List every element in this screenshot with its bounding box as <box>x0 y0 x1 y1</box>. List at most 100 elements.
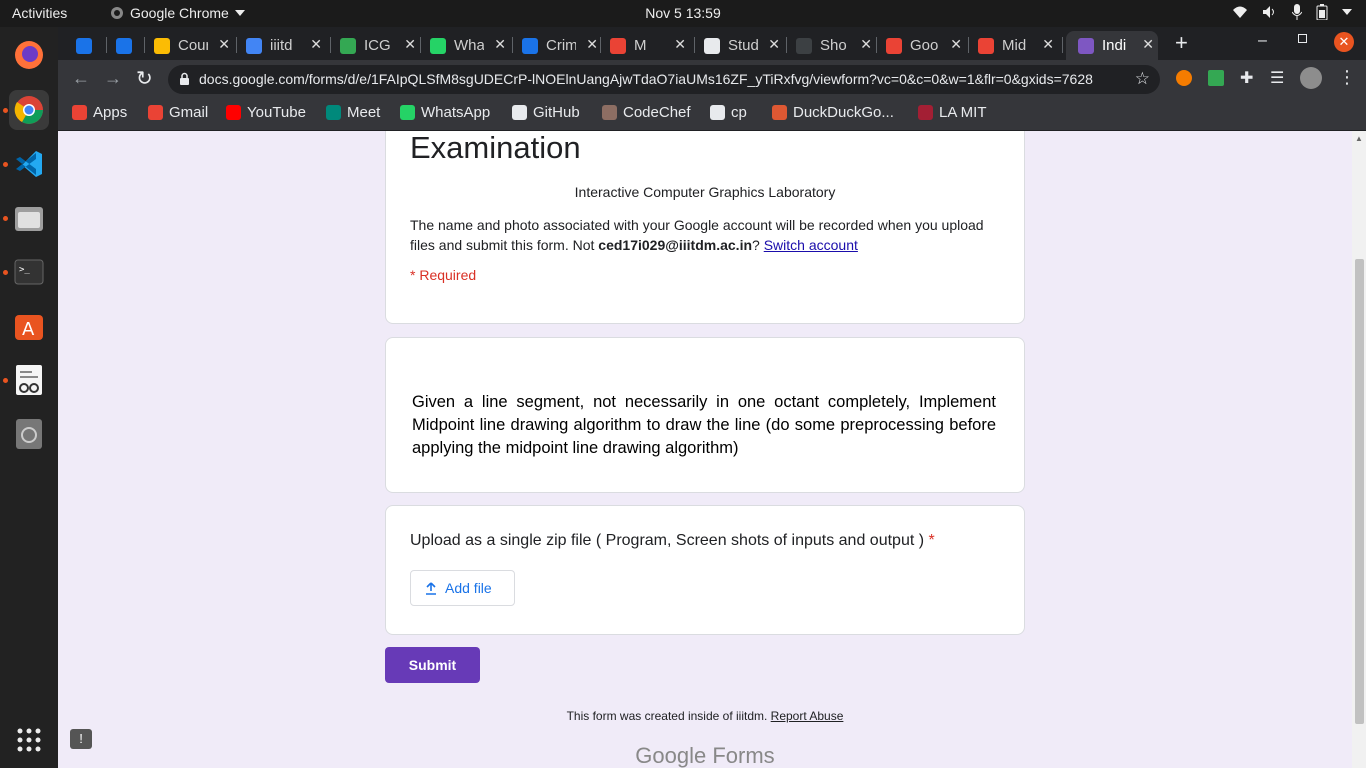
account-email: ced17i029@iiitdm.ac.in <box>598 237 753 253</box>
tab-favicon-icon <box>1078 37 1094 54</box>
close-tab-icon[interactable]: ✕ <box>950 36 962 53</box>
bookmark-4[interactable]: WhatsApp <box>400 104 490 121</box>
tab-title: ICG <box>364 37 391 54</box>
question-description-card: Given a line segment, not necessarily in… <box>385 337 1025 493</box>
microphone-icon <box>1292 4 1302 20</box>
document-viewer-icon[interactable] <box>9 360 49 400</box>
terminal-icon[interactable]: >_ <box>9 252 49 292</box>
activities-button[interactable]: Activities <box>12 5 67 21</box>
bookmark-1[interactable]: Gmail <box>148 104 208 121</box>
close-tab-icon[interactable]: ✕ <box>674 36 686 53</box>
tab-1[interactable] <box>110 31 140 60</box>
close-tab-icon[interactable]: ✕ <box>586 36 598 53</box>
close-tab-icon[interactable]: ✕ <box>768 36 780 53</box>
tab-favicon-icon <box>76 37 92 54</box>
bookmark-6[interactable]: CodeChef <box>602 104 691 121</box>
tab-separator <box>420 37 421 53</box>
minimize-button[interactable]: – <box>1258 32 1267 50</box>
scrollbar-thumb[interactable] <box>1355 259 1364 724</box>
tab-10[interactable]: Goo ✕ <box>880 31 966 60</box>
google-forms-logo: Google Forms <box>635 743 775 768</box>
bookmark-5[interactable]: GitHub <box>512 104 580 121</box>
close-tab-icon[interactable]: ✕ <box>494 36 506 53</box>
tab-favicon-icon <box>430 37 446 54</box>
extension-icon[interactable] <box>1176 70 1192 86</box>
bookmark-0[interactable]: Apps <box>72 104 127 121</box>
chrome-dock-icon[interactable] <box>9 90 49 130</box>
tab-separator <box>694 37 695 53</box>
feedback-icon[interactable]: ! <box>70 729 92 749</box>
bookmark-favicon-icon <box>148 105 163 120</box>
tab-8[interactable]: Stud ✕ <box>698 31 784 60</box>
switch-account-link[interactable]: Switch account <box>764 237 858 253</box>
maximize-button[interactable] <box>1298 34 1307 43</box>
system-tray[interactable] <box>1232 4 1352 20</box>
required-note: * Required <box>410 267 477 283</box>
reload-button[interactable]: ↻ <box>136 66 153 91</box>
new-tab-button[interactable]: + <box>1175 30 1188 56</box>
files-icon[interactable] <box>9 198 49 238</box>
menu-icon[interactable]: ⋮ <box>1338 67 1356 88</box>
scrollbar[interactable]: ▲ <box>1352 131 1366 768</box>
volume-icon <box>1263 6 1274 18</box>
tab-2[interactable]: Cour ✕ <box>148 31 234 60</box>
tab-strip: Cour ✕ iiitd ✕ ICG ✕ Wha ✕ Crim ✕ M ✕ Stud ✕ Sho ✕ Goo ✕ M… <box>58 27 1366 60</box>
upload-question-text: Upload as a single zip file ( Program, S… <box>410 532 929 549</box>
bookmark-star-icon[interactable]: ☆ <box>1135 69 1150 89</box>
tab-separator <box>600 37 601 53</box>
close-window-button[interactable]: ✕ <box>1334 32 1354 52</box>
tab-title: Crim <box>546 37 576 54</box>
tab-4[interactable]: ICG ✕ <box>334 31 420 60</box>
bookmark-9[interactable]: LA MIT <box>918 104 987 121</box>
bookmark-label: Meet <box>347 104 381 121</box>
tab-separator <box>786 37 787 53</box>
bookmark-8[interactable]: DuckDuckGo... <box>772 104 894 121</box>
add-file-button[interactable]: Add file <box>410 570 515 606</box>
tab-favicon-icon <box>610 37 626 54</box>
close-tab-icon[interactable]: ✕ <box>404 36 416 53</box>
tab-12[interactable]: Indi ✕ <box>1066 31 1158 60</box>
tab-separator <box>1062 37 1063 53</box>
tab-11[interactable]: Mid ✕ <box>972 31 1058 60</box>
bookmark-3[interactable]: Meet <box>326 104 380 121</box>
tab-7[interactable]: M ✕ <box>604 31 690 60</box>
forward-button[interactable]: → <box>104 68 122 89</box>
puzzle-icon[interactable]: ✚ <box>1240 68 1253 88</box>
tab-9[interactable]: Sho ✕ <box>790 31 876 60</box>
disk-icon[interactable] <box>9 414 49 454</box>
close-tab-icon[interactable]: ✕ <box>1142 36 1154 53</box>
svg-text:A: A <box>22 319 35 340</box>
tab-separator <box>968 37 969 53</box>
tab-3[interactable]: iiitd ✕ <box>240 31 326 60</box>
report-abuse-link[interactable]: Report Abuse <box>771 709 844 723</box>
bookmark-label: Apps <box>93 104 128 121</box>
close-tab-icon[interactable]: ✕ <box>1042 36 1054 53</box>
show-applications-icon[interactable] <box>9 720 49 760</box>
firefox-icon[interactable] <box>9 35 49 75</box>
close-tab-icon[interactable]: ✕ <box>218 36 230 53</box>
software-center-icon[interactable]: A <box>9 306 49 346</box>
vscode-icon[interactable] <box>9 144 49 184</box>
close-tab-icon[interactable]: ✕ <box>860 36 872 53</box>
tab-0[interactable] <box>70 31 100 60</box>
tab-title: Sho <box>820 37 847 54</box>
tab-separator <box>236 37 237 53</box>
tab-separator <box>512 37 513 53</box>
form-page: Examination Interactive Computer Graphic… <box>58 131 1352 768</box>
tab-title: Mid <box>1002 37 1027 54</box>
avatar[interactable] <box>1300 67 1322 89</box>
bookmark-7[interactable]: cp <box>710 104 747 121</box>
back-button[interactable]: ← <box>72 68 90 89</box>
tab-6[interactable]: Crim ✕ <box>516 31 602 60</box>
submit-button[interactable]: Submit <box>385 647 480 683</box>
app-menu[interactable]: Google Chrome <box>110 5 245 21</box>
address-bar[interactable]: docs.google.com/forms/d/e/1FAIpQLSfM8sgU… <box>168 65 1160 94</box>
extension-icon[interactable] <box>1208 70 1224 86</box>
bookmark-2[interactable]: YouTube <box>226 104 306 121</box>
bookmark-label: GitHub <box>533 104 580 121</box>
close-tab-icon[interactable]: ✕ <box>310 36 322 53</box>
media-control-icon[interactable]: ☰ <box>1270 68 1284 88</box>
scroll-up-icon[interactable]: ▲ <box>1355 134 1363 143</box>
form-footer: This form was created inside of iiitdm. … <box>385 709 1025 723</box>
tab-5[interactable]: Wha ✕ <box>424 31 510 60</box>
